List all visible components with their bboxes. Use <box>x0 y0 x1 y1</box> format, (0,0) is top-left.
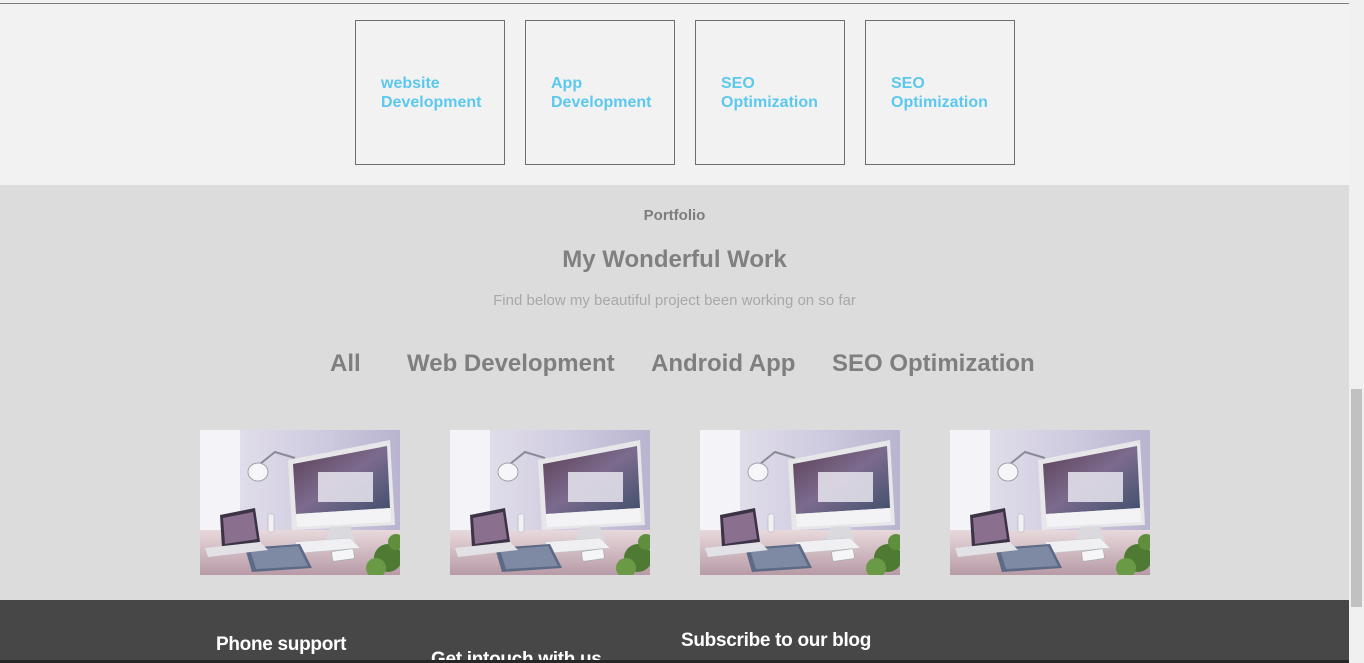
service-card-website-development[interactable]: website Development <box>355 20 505 165</box>
desk-workspace-photo-icon <box>450 430 650 575</box>
project-thumbnail[interactable] <box>700 430 900 575</box>
portfolio-filter-tabs: All Web Development Android App SEO Opti… <box>0 350 1349 382</box>
page-scrollbar[interactable] <box>1349 0 1364 663</box>
scrollbar-thumb[interactable] <box>1351 389 1362 607</box>
service-card-seo-optimization-2[interactable]: SEO Optimization <box>865 20 1015 165</box>
portfolio-heading: My Wonderful Work <box>562 246 787 273</box>
footer-phone-support-title: Phone support <box>216 634 347 655</box>
desk-workspace-photo-icon <box>700 430 900 575</box>
filter-seo-optimization[interactable]: SEO Optimization <box>832 350 1035 378</box>
project-thumbnail[interactable] <box>950 430 1150 575</box>
service-card-label: App Development <box>551 75 652 111</box>
services-section: website Development App Development SEO … <box>0 4 1349 185</box>
project-thumbnail[interactable] <box>450 430 650 575</box>
desk-workspace-photo-icon <box>200 430 400 575</box>
service-card-label: website Development <box>381 75 482 111</box>
service-card-app-development[interactable]: App Development <box>525 20 675 165</box>
filter-web-development[interactable]: Web Development <box>407 350 615 378</box>
page: website Development App Development SEO … <box>0 0 1349 663</box>
portfolio-eyebrow: Portfolio <box>643 207 706 224</box>
footer: Phone support Get intouch with us Subscr… <box>0 600 1349 663</box>
portfolio-subtitle: Find below my beautiful project been wor… <box>493 292 856 309</box>
portfolio-section: Portfolio My Wonderful Work Find below m… <box>0 185 1349 600</box>
project-thumbnail[interactable] <box>200 430 400 575</box>
filter-android-app[interactable]: Android App <box>651 350 795 378</box>
filter-all[interactable]: All <box>330 350 361 378</box>
service-card-label: SEO Optimization <box>891 75 988 111</box>
service-card-seo-optimization[interactable]: SEO Optimization <box>695 20 845 165</box>
service-card-label: SEO Optimization <box>721 75 818 111</box>
desk-workspace-photo-icon <box>950 430 1150 575</box>
footer-subscribe-title: Subscribe to our blog <box>681 630 872 651</box>
